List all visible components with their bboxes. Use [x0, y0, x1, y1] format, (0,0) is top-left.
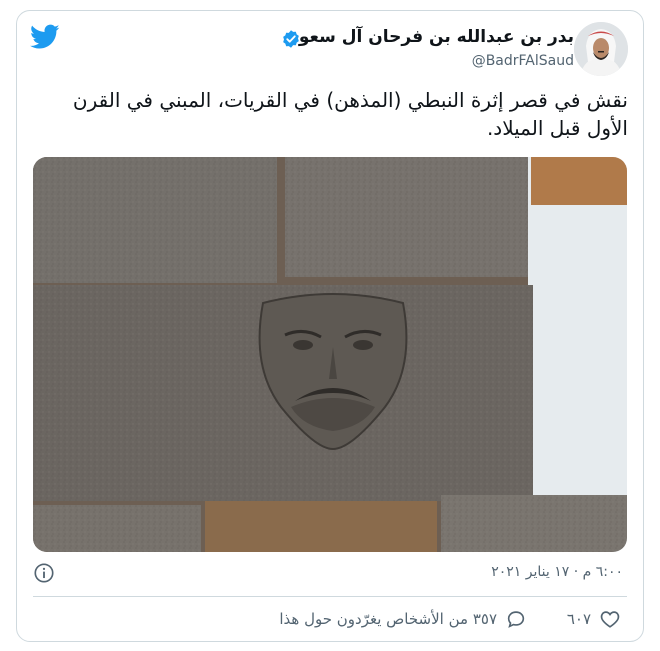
tweet-actions: ٦٠٧ ٣٥٧ من الأشخاص يغرّدون حول هذا	[33, 605, 627, 633]
stone-relief-photo	[33, 157, 627, 552]
info-icon[interactable]	[33, 562, 55, 584]
twitter-logo-icon[interactable]	[30, 24, 60, 50]
author-handle[interactable]: @BadrFAlSaud	[472, 53, 574, 69]
reply-link[interactable]: ٣٥٧ من الأشخاص يغرّدون حول هذا	[279, 610, 497, 628]
verified-badge-icon	[283, 30, 299, 48]
author-name[interactable]: بدر بن عبدالله بن فرحان آل سعود	[290, 27, 574, 47]
avatar-photo	[574, 22, 628, 76]
tweet-text: نقش في قصر إثرة النبطي (المذهن) في القري…	[72, 88, 628, 140]
tweet-meta-row: ٦:٠٠ م · ١٧ يناير ٢٠٢١	[33, 560, 627, 588]
tweet-photo[interactable]	[33, 157, 627, 552]
divider	[33, 596, 627, 597]
like-count[interactable]: ٦٠٧	[567, 610, 591, 628]
tweet-timestamp[interactable]: ٦:٠٠ م · ١٧ يناير ٢٠٢١	[491, 564, 623, 580]
avatar[interactable]	[574, 22, 628, 76]
reply-bubble-icon[interactable]	[505, 608, 527, 630]
heart-icon[interactable]	[599, 608, 621, 630]
